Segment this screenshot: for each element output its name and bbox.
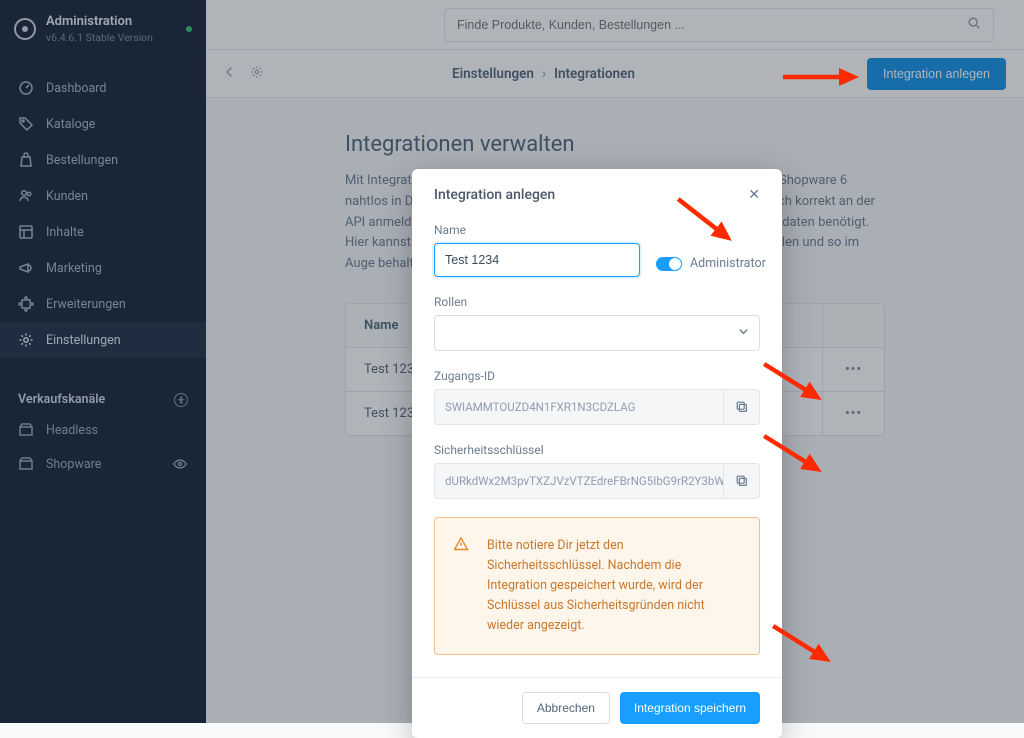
copy-secret-button[interactable] bbox=[723, 464, 759, 498]
label-access-id: Zugangs-ID bbox=[434, 369, 760, 383]
label-admin: Administrator bbox=[690, 256, 766, 271]
integration-name-input[interactable] bbox=[434, 243, 640, 277]
label-roles: Rollen bbox=[434, 295, 760, 309]
warning-icon bbox=[453, 536, 469, 559]
cancel-button[interactable]: Abbrechen bbox=[522, 692, 610, 724]
roles-select[interactable] bbox=[434, 315, 760, 351]
label-name: Name bbox=[434, 223, 640, 237]
close-icon[interactable]: ✕ bbox=[748, 187, 760, 203]
alert-text: Bitte notiere Dir jetzt den Sicherheitss… bbox=[487, 538, 705, 633]
label-secret: Sicherheitsschlüssel bbox=[434, 443, 760, 457]
access-id-value: SWIAMMTOUZD4N1FXR1N3CDZLAG bbox=[435, 390, 723, 424]
create-integration-modal: Integration anlegen ✕ Name Administrator… bbox=[412, 169, 782, 738]
chevron-down-icon bbox=[738, 326, 749, 341]
copy-access-id-button[interactable] bbox=[723, 390, 759, 424]
save-integration-button[interactable]: Integration speichern bbox=[620, 692, 760, 724]
security-alert: Bitte notiere Dir jetzt den Sicherheitss… bbox=[434, 517, 760, 655]
modal-title: Integration anlegen bbox=[434, 187, 555, 203]
secret-value: dURkdWx2M3pvTXZJVzVTZEdreFBrNG5IbG9rR2Y3… bbox=[435, 464, 723, 498]
admin-toggle[interactable] bbox=[656, 257, 682, 271]
